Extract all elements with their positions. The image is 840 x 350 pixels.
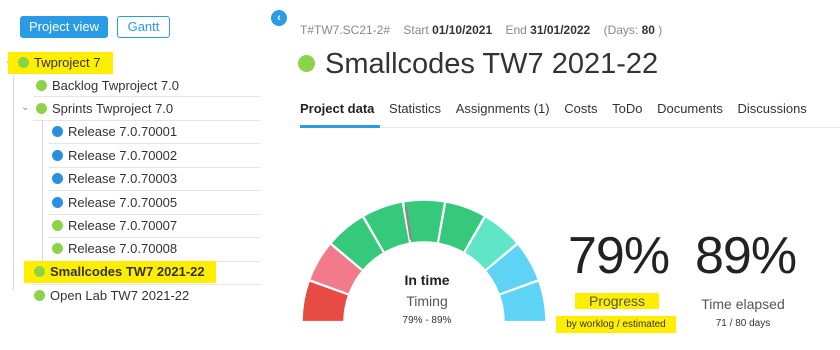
tab-documents[interactable]: Documents — [657, 99, 723, 119]
status-dot-icon — [36, 80, 47, 91]
tree-item-backlog[interactable]: Backlog Twproject 7.0 — [36, 75, 179, 97]
page-title-text: Smallcodes TW7 2021-22 — [325, 48, 659, 80]
tree-item-label: Release 7.0.70007 — [68, 218, 178, 233]
tree-item-label: Twproject 7 — [34, 55, 101, 70]
start-label: Start — [403, 23, 429, 37]
divider — [48, 143, 261, 144]
status-dot-icon — [52, 220, 63, 231]
start-date: 01/10/2021 — [432, 23, 493, 37]
tree-item-sprints[interactable]: Sprints Twproject 7.0 — [36, 98, 173, 120]
tree-item-label: Release 7.0.70005 — [68, 195, 178, 210]
tree-guide-line — [13, 76, 14, 290]
tree-item-label: Release 7.0.70008 — [68, 241, 178, 256]
tree-item-release[interactable]: Release 7.0.70001 — [52, 121, 177, 143]
elapsed-label: Time elapsed — [701, 296, 785, 312]
tab-todo[interactable]: ToDo — [612, 99, 642, 119]
tree-guide-line — [42, 120, 43, 268]
tree-item-label: Release 7.0.70001 — [68, 124, 178, 139]
tree-item-release[interactable]: Release 7.0.70002 — [52, 145, 177, 167]
gauge-range: 79% - 89% — [402, 315, 452, 326]
tree-item-label: Smallcodes TW7 2021-22 — [50, 264, 205, 279]
tree-item-release[interactable]: Release 7.0.70003 — [52, 168, 177, 190]
page-title: Smallcodes TW7 2021-22 — [298, 48, 658, 81]
status-dot-icon — [34, 266, 45, 277]
tree-item-release[interactable]: Release 7.0.70005 — [52, 192, 177, 214]
status-dot-icon — [34, 290, 45, 301]
status-dot-icon — [52, 243, 63, 254]
days-prefix: (Days: — [603, 23, 639, 37]
divider — [48, 190, 261, 191]
tree-item-label: Backlog Twproject 7.0 — [52, 78, 179, 93]
days-value: 80 — [641, 23, 655, 37]
status-dot-icon — [52, 126, 63, 137]
tab-bar: Project data Statistics Assignments (1) … — [300, 99, 818, 127]
tab-assignments[interactable]: Assignments (1) — [456, 99, 550, 119]
tab-statistics[interactable]: Statistics — [389, 99, 441, 119]
gantt-button[interactable]: Gantt — [117, 16, 170, 38]
tree-item-twproject-7[interactable]: Twproject 7 — [8, 52, 113, 74]
elapsed-value: 89% — [695, 227, 797, 285]
tree-item-label: Release 7.0.70003 — [68, 171, 178, 186]
status-dot-icon — [18, 57, 29, 68]
elapsed-sublabel: 71 / 80 days — [715, 318, 771, 329]
project-meta: T#TW7.SC21-2# Start 01/10/2021 End 31/01… — [300, 23, 662, 37]
gauge-status: In time — [404, 272, 450, 288]
progress-value: 79% — [568, 227, 670, 285]
progress-sublabel: by worklog / estimated — [556, 316, 676, 333]
progress-label: Progress — [575, 293, 659, 309]
status-dot-icon — [298, 55, 315, 72]
tree-item-label: Open Lab TW7 2021-22 — [50, 288, 190, 303]
tree-item-label: Sprints Twproject 7.0 — [52, 101, 174, 116]
status-dot-icon — [36, 103, 47, 114]
tree-item-smallcodes-selected[interactable]: Smallcodes TW7 2021-22 — [24, 261, 216, 283]
tab-bar-border — [300, 127, 840, 128]
tree-item-label: Release 7.0.70002 — [68, 148, 178, 163]
project-tree-panel: Project view Gantt ⌄ Twproject 7 Backlog… — [0, 0, 281, 350]
status-dot-icon — [52, 150, 63, 161]
tree-item-release[interactable]: Release 7.0.70007 — [52, 215, 177, 237]
active-tab-indicator — [300, 125, 380, 128]
tab-discussions[interactable]: Discussions — [737, 99, 806, 119]
gauge-label: Timing — [406, 293, 448, 309]
end-label: End — [505, 23, 527, 37]
end-date: 31/01/2022 — [530, 23, 591, 37]
tree-item-open-lab[interactable]: Open Lab TW7 2021-22 — [34, 285, 189, 307]
chevron-down-icon[interactable]: ⌄ — [21, 102, 29, 113]
tab-costs[interactable]: Costs — [564, 99, 597, 119]
status-dot-icon — [52, 173, 63, 184]
status-dot-icon — [52, 197, 63, 208]
tree-item-release[interactable]: Release 7.0.70008 — [52, 238, 177, 260]
project-code: T#TW7.SC21-2# — [300, 23, 391, 37]
days-suffix: ) — [658, 23, 663, 37]
project-view-button[interactable]: Project view — [20, 16, 108, 38]
tab-project-data[interactable]: Project data — [300, 99, 374, 119]
collapse-panel-icon[interactable]: ‹ — [271, 10, 287, 26]
